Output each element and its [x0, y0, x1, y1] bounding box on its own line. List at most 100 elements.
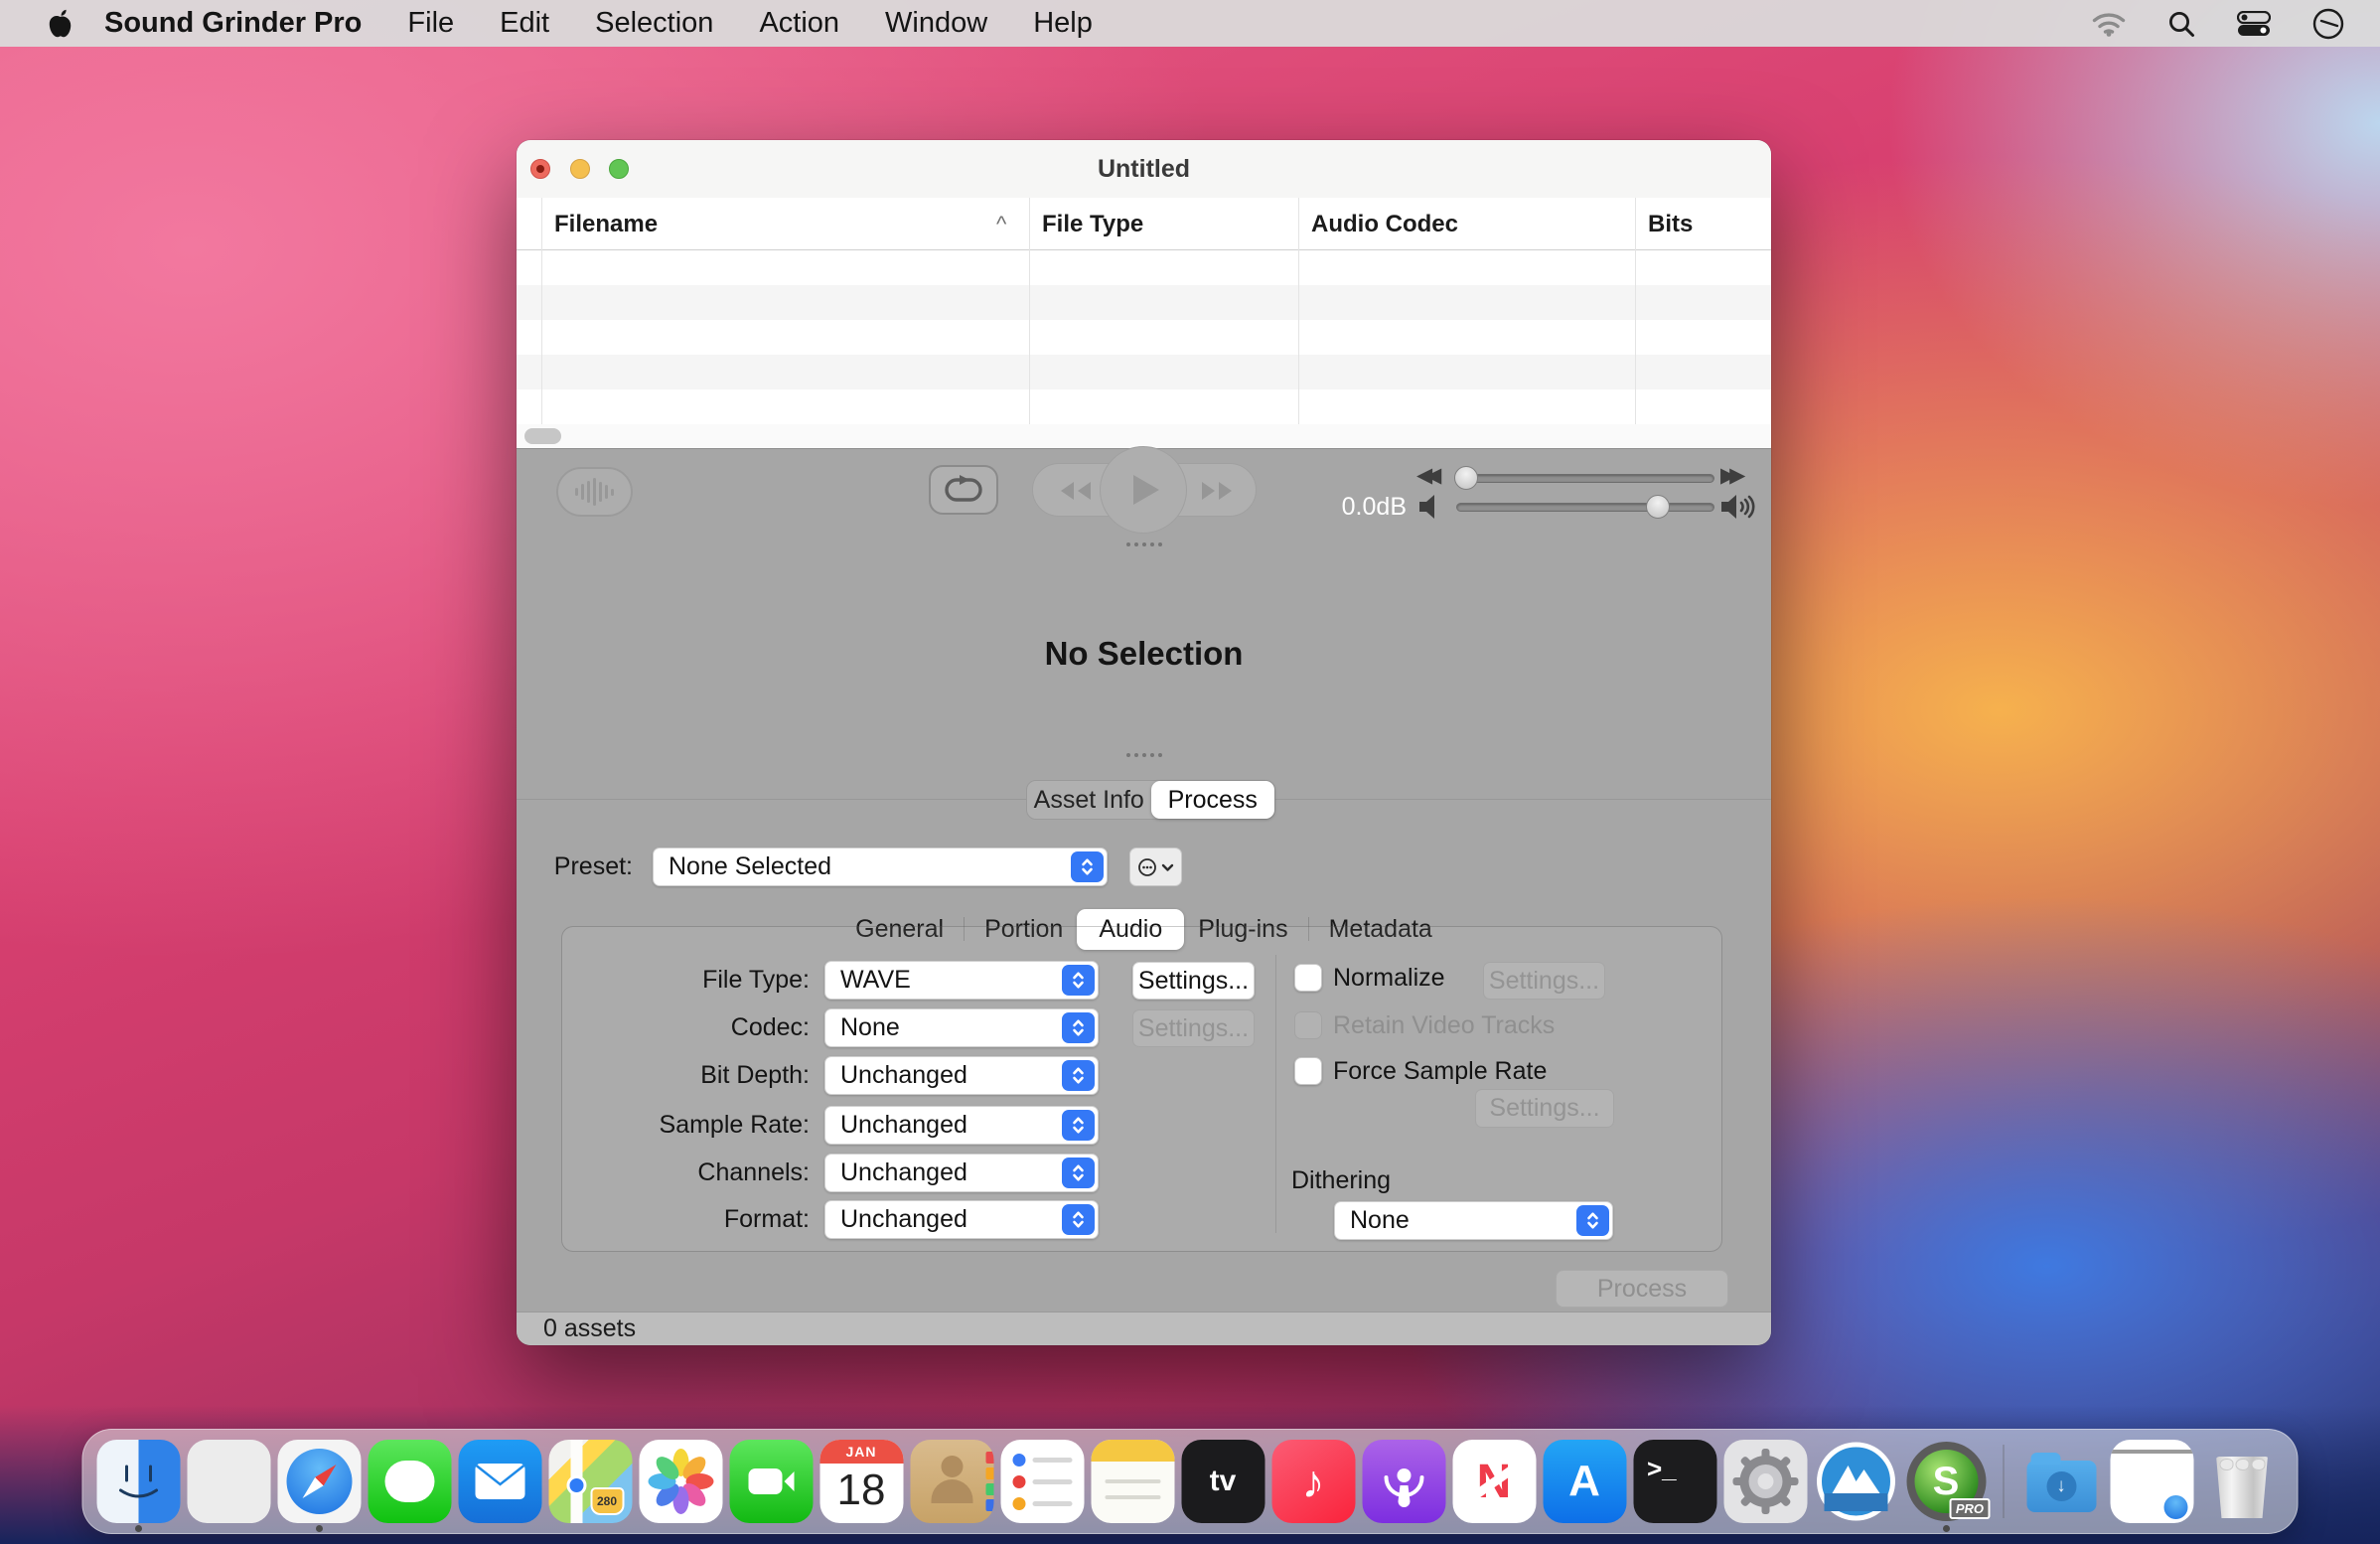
menu-file[interactable]: File: [407, 7, 454, 40]
column-header-filetype[interactable]: File Type: [1042, 198, 1143, 250]
volume-min-icon[interactable]: [1418, 494, 1442, 525]
splitter-handle[interactable]: [517, 753, 1771, 757]
tab-asset-info[interactable]: Asset Info: [1027, 781, 1151, 819]
rate-slider-thumb[interactable]: [1454, 466, 1478, 490]
loop-button[interactable]: [929, 465, 998, 515]
play-button[interactable]: [1100, 446, 1187, 534]
popup-chevrons-icon: [1071, 851, 1104, 882]
file-type-value: WAVE: [825, 966, 1062, 995]
waveform-button[interactable]: [556, 467, 633, 517]
menu-edit[interactable]: Edit: [500, 7, 549, 40]
fast-forward-button[interactable]: [1200, 464, 1234, 518]
running-indicator: [316, 1525, 323, 1532]
file-type-label: File Type:: [576, 961, 810, 1000]
menu-bar: Sound Grinder Pro File Edit Selection Ac…: [0, 0, 2380, 47]
dock-appstore-icon[interactable]: A: [1540, 1432, 1630, 1531]
calendar-day: 18: [837, 1466, 886, 1515]
sample-rate-popup[interactable]: Unchanged: [824, 1106, 1099, 1145]
tab-process[interactable]: Process: [1151, 781, 1275, 819]
search-icon[interactable]: [2167, 10, 2195, 38]
running-indicator: [1943, 1525, 1950, 1532]
form-column-divider: [1275, 955, 1276, 1233]
menu-app-name[interactable]: Sound Grinder Pro: [104, 7, 362, 40]
empty-row: [517, 355, 1771, 389]
dock-music-icon[interactable]: ♪: [1268, 1432, 1359, 1531]
sort-indicator-icon[interactable]: ^: [996, 198, 1006, 250]
dock-sound-grinder-pro-icon[interactable]: S PRO: [1901, 1432, 1992, 1531]
preset-action-menu-button[interactable]: [1129, 848, 1182, 886]
rewind-icon: [1059, 480, 1093, 502]
column-header-bits[interactable]: Bits: [1648, 198, 1693, 250]
column-divider: [1298, 198, 1299, 424]
scrollbar-thumb[interactable]: [524, 428, 561, 444]
dock-launchpad-icon[interactable]: [184, 1432, 274, 1531]
rewind-button[interactable]: [1059, 464, 1093, 518]
preset-popup[interactable]: None Selected: [653, 848, 1108, 886]
control-center-icon[interactable]: [2237, 11, 2271, 37]
splitter-handle[interactable]: [517, 542, 1771, 546]
menu-action[interactable]: Action: [759, 7, 839, 40]
dock-safari-icon[interactable]: [274, 1432, 365, 1531]
codec-popup[interactable]: None: [824, 1008, 1099, 1047]
sample-rate-settings-button: Settings...: [1475, 1089, 1614, 1128]
wifi-icon[interactable]: [2092, 11, 2126, 37]
rate-up-icon[interactable]: ▶▶: [1720, 465, 1737, 486]
menu-selection[interactable]: Selection: [595, 7, 713, 40]
asset-list[interactable]: [517, 250, 1771, 424]
dock-podcasts-icon[interactable]: [1359, 1432, 1449, 1531]
format-popup[interactable]: Unchanged: [824, 1200, 1099, 1239]
dock-trash-icon[interactable]: [2197, 1432, 2288, 1531]
column-header-audiocodec[interactable]: Audio Codec: [1311, 198, 1458, 250]
column-divider: [1029, 198, 1030, 424]
menu-window[interactable]: Window: [885, 7, 987, 40]
dock-downloads-icon[interactable]: ↓: [2016, 1432, 2107, 1531]
dock-mountain-app-icon[interactable]: [1811, 1432, 1901, 1531]
dock-minimized-window-icon[interactable]: [2107, 1432, 2197, 1531]
horizontal-scrollbar[interactable]: [517, 424, 1771, 448]
dithering-popup[interactable]: None: [1334, 1201, 1613, 1240]
dock-messages-icon[interactable]: [365, 1432, 455, 1531]
normalize-checkbox[interactable]: [1294, 964, 1322, 992]
window-title: Untitled: [517, 140, 1771, 198]
table-header: Filename ^ File Type Audio Codec Bits: [517, 198, 1771, 250]
retain-video-label: Retain Video Tracks: [1333, 1010, 1555, 1040]
dock-photos-icon[interactable]: [636, 1432, 726, 1531]
volume-db-label: 0.0dB: [1307, 493, 1407, 522]
volume-slider[interactable]: [1456, 503, 1714, 512]
popup-chevrons-icon: [1062, 1110, 1095, 1141]
volume-slider-thumb[interactable]: [1646, 495, 1670, 519]
empty-row: [517, 320, 1771, 355]
dock-facetime-icon[interactable]: [726, 1432, 817, 1531]
dithering-label: Dithering: [1291, 1165, 1391, 1195]
bit-depth-popup[interactable]: Unchanged: [824, 1056, 1099, 1095]
dock-contacts-icon[interactable]: [907, 1432, 997, 1531]
dock-mail-icon[interactable]: [455, 1432, 545, 1531]
file-type-settings-button[interactable]: Settings...: [1132, 962, 1255, 1000]
empty-row: [517, 285, 1771, 320]
dock-news-icon[interactable]: N: [1449, 1432, 1540, 1531]
dock-calendar-icon[interactable]: JAN 18: [817, 1432, 907, 1531]
clock-icon[interactable]: [2312, 8, 2344, 40]
apple-menu-icon[interactable]: [48, 8, 74, 40]
file-type-popup[interactable]: WAVE: [824, 961, 1099, 1000]
dock-terminal-icon[interactable]: >_: [1630, 1432, 1720, 1531]
dock-notes-icon[interactable]: [1088, 1432, 1178, 1531]
dock-maps-icon[interactable]: 280: [545, 1432, 636, 1531]
dithering-value: None: [1335, 1206, 1576, 1235]
dock-reminders-icon[interactable]: [997, 1432, 1088, 1531]
column-header-filename[interactable]: Filename: [554, 198, 658, 250]
downloads-arrow-glyph: ↓: [2056, 1475, 2066, 1497]
sample-rate-value: Unchanged: [825, 1111, 1062, 1140]
dock-finder-icon[interactable]: [93, 1432, 184, 1531]
loop-icon: [943, 475, 984, 505]
channels-popup[interactable]: Unchanged: [824, 1154, 1099, 1192]
rate-slider[interactable]: [1456, 474, 1714, 483]
dock-system-preferences-icon[interactable]: [1720, 1432, 1811, 1531]
status-bar: 0 assets: [517, 1312, 1771, 1345]
rate-down-icon[interactable]: ◀◀: [1416, 465, 1433, 486]
force-sample-rate-checkbox[interactable]: [1294, 1057, 1322, 1085]
dock-tv-icon[interactable]: tv: [1178, 1432, 1268, 1531]
menu-help[interactable]: Help: [1033, 7, 1093, 40]
title-bar[interactable]: Untitled: [517, 140, 1771, 199]
volume-max-icon[interactable]: [1720, 494, 1758, 525]
